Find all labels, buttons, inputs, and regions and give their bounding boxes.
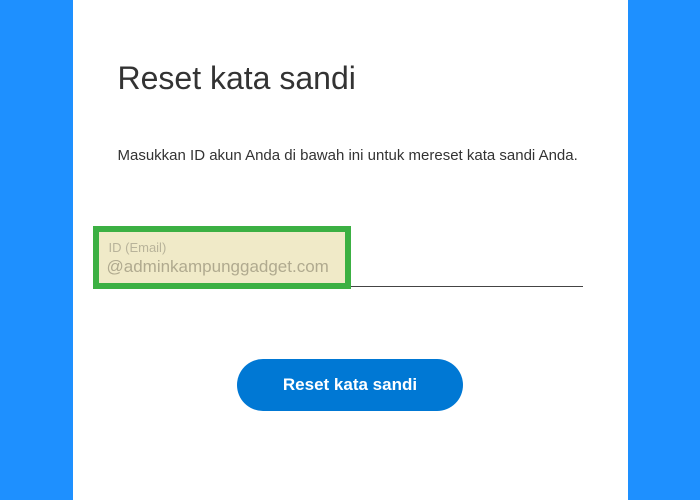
page-title: Reset kata sandi	[118, 60, 583, 97]
email-field-label: ID (Email)	[107, 240, 337, 255]
reset-button[interactable]: Reset kata sandi	[237, 359, 463, 411]
reset-password-card: Reset kata sandi Masukkan ID akun Anda d…	[73, 0, 628, 500]
email-field-highlight: ID (Email)	[93, 226, 351, 289]
email-field[interactable]	[107, 257, 337, 277]
input-underline	[351, 286, 583, 287]
instruction-text: Masukkan ID akun Anda di bawah ini untuk…	[118, 145, 583, 166]
email-field-row: ID (Email)	[93, 226, 583, 289]
button-row: Reset kata sandi	[118, 359, 583, 411]
